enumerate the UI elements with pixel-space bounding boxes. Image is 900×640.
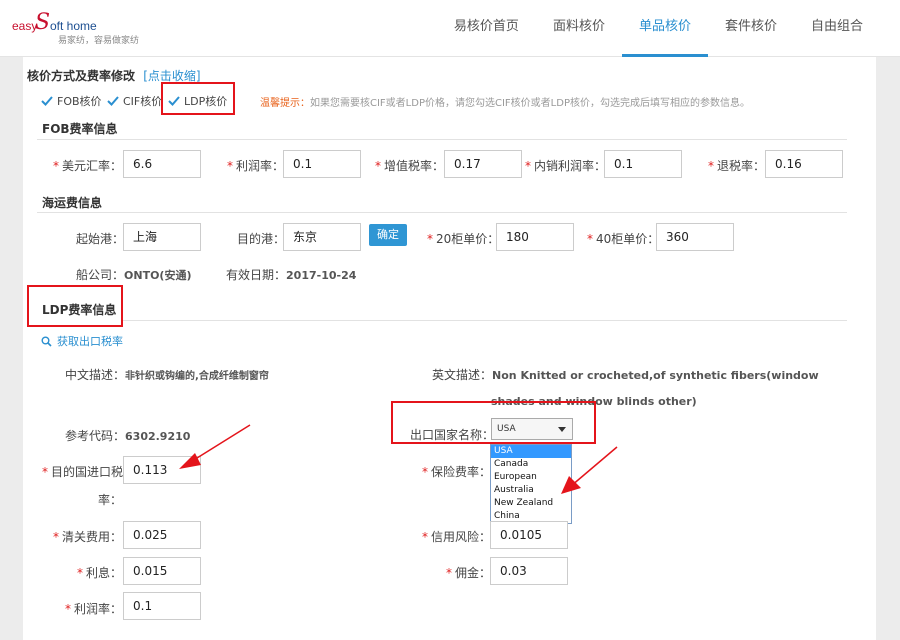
annotation-box-country — [391, 401, 596, 444]
brand-logo[interactable]: easy S oft home 易家纺，容易做家纺 — [10, 10, 140, 50]
carrier-label: 船公司： — [76, 268, 125, 282]
profit-rate-input[interactable]: 0.1 — [283, 150, 361, 178]
annotation-box-ldp-title — [27, 285, 123, 327]
nav-free-combo[interactable]: 自由组合 — [794, 0, 880, 57]
tip-message: 温馨提示：如果您需要核CIF或者LDP价格，请您勾选CIF核价或者LDP核价，勾… — [260, 94, 750, 109]
ldp-profit-label: 利润率： — [74, 602, 123, 616]
shipping-title: 海运费信息 — [42, 196, 103, 210]
container20-input[interactable]: 180 — [496, 223, 574, 251]
commission-input[interactable]: 0.03 — [490, 557, 568, 585]
tax-refund-input[interactable]: 0.16 — [765, 150, 843, 178]
ref-code-label: 参考代码： — [65, 429, 126, 443]
check-fob[interactable]: FOB核价 — [41, 93, 102, 109]
annotation-arrow-icon — [561, 446, 618, 494]
container20-label: 20柜单价： — [436, 232, 500, 246]
search-icon — [41, 336, 52, 347]
customs-fee-input[interactable]: 0.025 — [123, 521, 201, 549]
vat-rate-input[interactable]: 0.17 — [444, 150, 522, 178]
divider — [37, 139, 847, 140]
logo-s: S — [35, 10, 51, 35]
check-fob-label: FOB核价 — [57, 95, 102, 108]
logo-rest: oft home — [50, 19, 97, 33]
interest-label: 利息： — [86, 566, 123, 580]
nav-home[interactable]: 易核价首页 — [437, 0, 536, 57]
logo-easy: easy — [12, 19, 38, 33]
profit-rate-label: 利润率： — [236, 159, 285, 173]
check-icon — [107, 95, 119, 107]
cn-desc-value: 非针织或钩编的,合成纤维制窗帘 — [125, 371, 269, 382]
vat-rate-label: 增值税率： — [384, 159, 445, 173]
nav-single-pricing[interactable]: 单品核价 — [621, 0, 708, 57]
import-tax-label: 目的国进口税 — [51, 465, 124, 479]
divider — [37, 212, 847, 213]
customs-fee-label: 清关费用： — [62, 530, 123, 544]
main-nav: 易核价首页 面料核价 单品核价 套件核价 自由组合 — [437, 0, 880, 57]
cn-desc-label: 中文描述： — [65, 368, 126, 382]
origin-port-label: 起始港： — [76, 232, 125, 246]
import-tax-label-2: 率： — [98, 493, 123, 507]
nav-set-pricing[interactable]: 套件核价 — [708, 0, 794, 57]
interest-input[interactable]: 0.015 — [123, 557, 201, 585]
domestic-profit-label: 内销利润率： — [534, 159, 607, 173]
insurance-label: 保险费率： — [431, 465, 492, 479]
logo-tagline: 易家纺，容易做家纺 — [58, 36, 140, 46]
credit-risk-label: 信用风险： — [431, 530, 492, 544]
container40-label: 40柜单价： — [596, 232, 660, 246]
tip-text: 如果您需要核CIF或者LDP价格，请您勾选CIF核价或者LDP核价，勾选完成后填… — [310, 98, 750, 109]
collapse-link[interactable]: [点击收缩] — [143, 69, 200, 83]
annotation-arrow-icon — [179, 424, 251, 469]
en-desc-line1: Non Knitted or crocheted,of synthetic fi… — [492, 369, 819, 382]
check-cif-label: CIF核价 — [123, 95, 163, 108]
check-icon — [41, 95, 53, 107]
fetch-tax-link[interactable]: 获取出口税率 — [41, 333, 123, 349]
valid-date-label: 有效日期： — [226, 268, 287, 282]
check-cif[interactable]: CIF核价 — [107, 93, 162, 109]
dest-port-label: 目的港： — [237, 232, 286, 246]
container40-input[interactable]: 360 — [656, 223, 734, 251]
nav-fabric-pricing[interactable]: 面料核价 — [536, 0, 622, 57]
top-header: easy S oft home 易家纺，容易做家纺 易核价首页 面料核价 单品核… — [0, 0, 900, 57]
dest-port-input[interactable]: 东京 — [283, 223, 361, 251]
en-desc-label: 英文描述： — [432, 368, 493, 382]
commission-label: 佣金： — [455, 566, 492, 580]
ldp-profit-input[interactable]: 0.1 — [123, 592, 201, 620]
divider — [123, 320, 847, 321]
tax-refund-label: 退税率： — [717, 159, 766, 173]
valid-date-value: 2017-10-24 — [286, 269, 357, 282]
content-panel: 核价方式及费率修改 [点击收缩] FOB核价 CIF核价 LDP核价 温馨提示：… — [23, 57, 876, 640]
domestic-profit-input[interactable]: 0.1 — [604, 150, 682, 178]
fob-title: FOB费率信息 — [42, 122, 118, 136]
tip-label: 温馨提示： — [260, 98, 310, 109]
usd-rate-label: 美元汇率： — [62, 159, 123, 173]
carrier-value: ONTO(安通) — [124, 269, 192, 282]
fetch-tax-label: 获取出口税率 — [57, 335, 123, 348]
confirm-button[interactable]: 确定 — [369, 224, 407, 246]
origin-port-input[interactable]: 上海 — [123, 223, 201, 251]
credit-risk-input[interactable]: 0.0105 — [490, 521, 568, 549]
usd-rate-input[interactable]: 6.6 — [123, 150, 201, 178]
pricing-method-title: 核价方式及费率修改 — [27, 69, 136, 83]
annotation-box-ldp-check — [161, 82, 235, 115]
